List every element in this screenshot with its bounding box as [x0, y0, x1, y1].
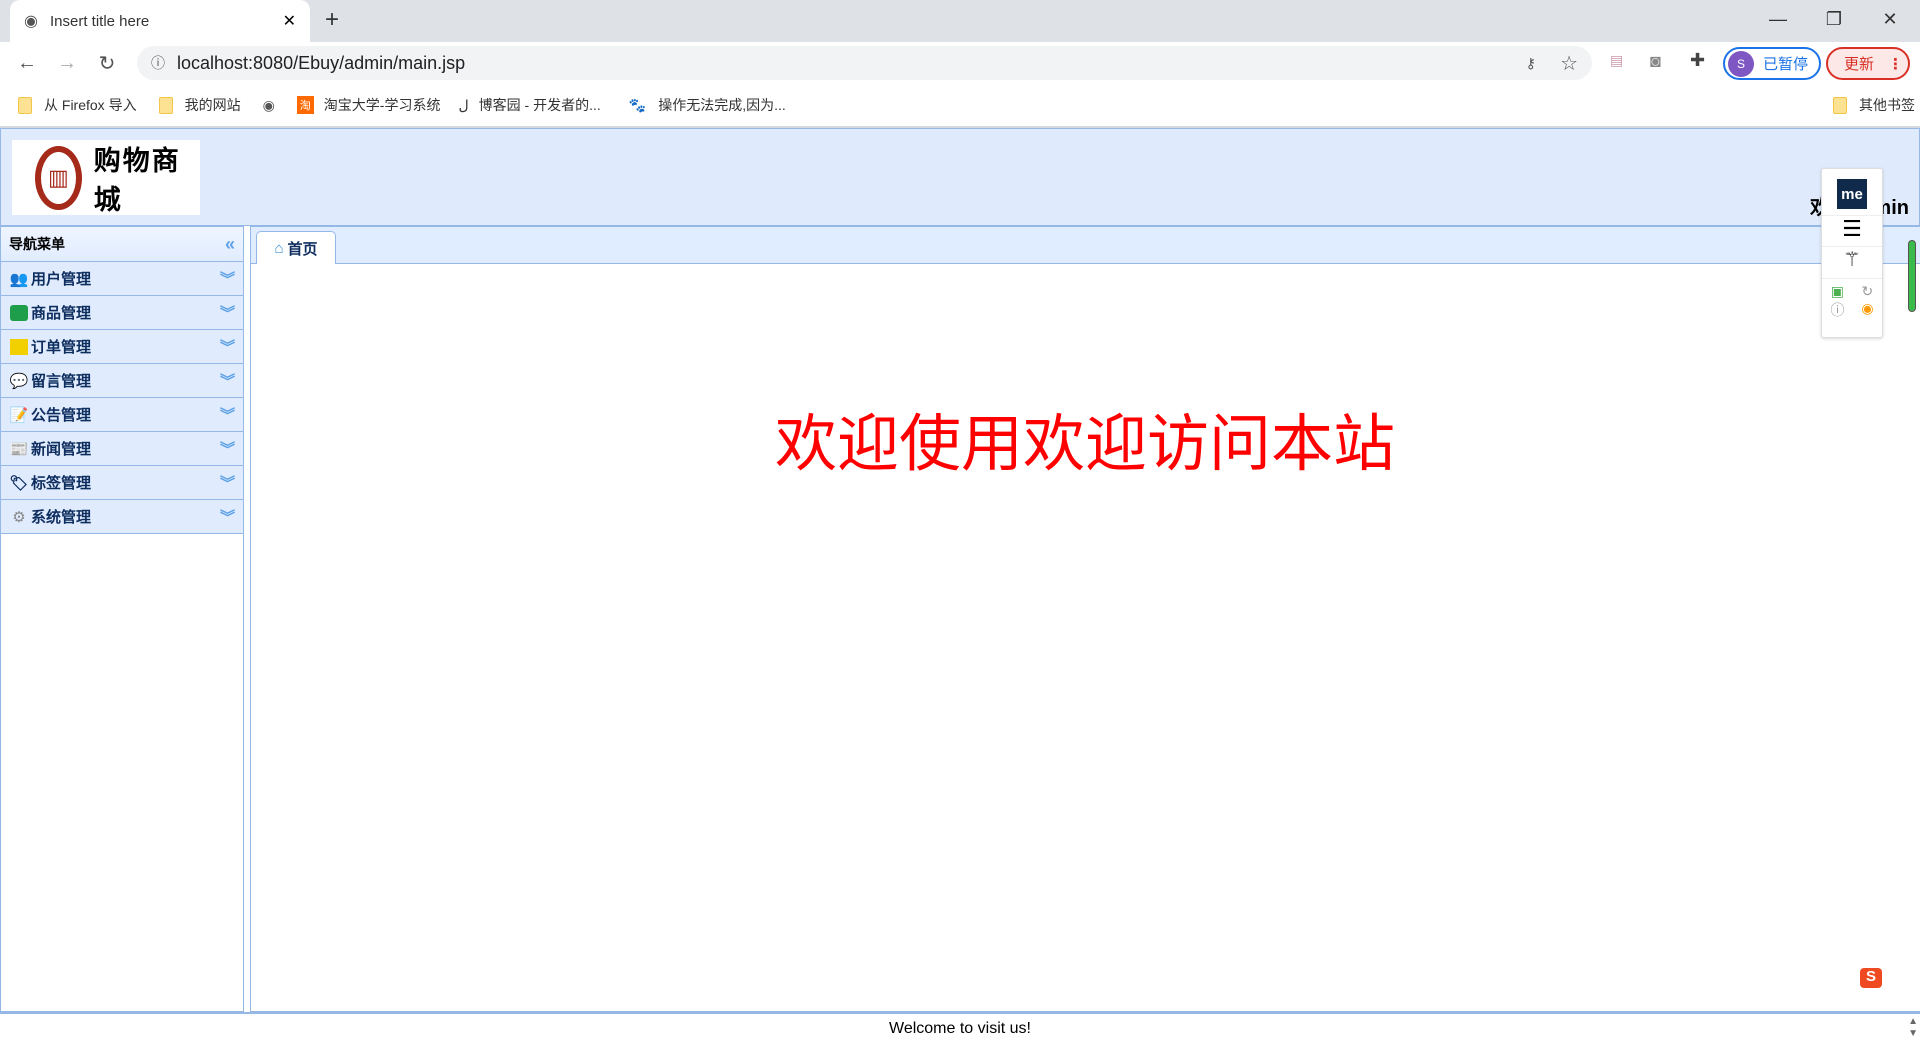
taobao-icon: 淘	[296, 96, 314, 114]
restore-button[interactable]: ❐	[1806, 0, 1862, 38]
bookmark[interactable]: 我的网站	[158, 95, 241, 115]
cnblogs-icon: ﻝ	[458, 96, 469, 113]
other-bookmarks[interactable]: 其他书签	[1833, 95, 1915, 115]
seal-icon: ▥	[35, 145, 82, 210]
chevron-down-icon: ︾	[219, 509, 235, 526]
star-icon[interactable]: ☆	[1560, 51, 1578, 76]
extension-panel: me ☰ ⚚ ▣ ↻ ⓘ ◉	[1821, 168, 1883, 338]
bookmark[interactable]: ﻝ 博客园 - 开发者的...	[458, 95, 600, 115]
hamburger-menu-icon[interactable]: ☰	[1822, 215, 1882, 242]
profile-button[interactable]: S 已暂停	[1723, 47, 1821, 80]
back-button[interactable]: ←	[7, 52, 47, 75]
update-button[interactable]: 更新 ⋮	[1826, 47, 1910, 80]
scrollbar[interactable]: ▲ ▼	[1908, 1016, 1918, 1040]
folder-icon	[1833, 96, 1847, 114]
chevron-down-icon: ︾	[219, 339, 235, 356]
sidebar-header: 导航菜单 «	[1, 227, 243, 262]
bookmark[interactable]: 从 Firefox 导入	[18, 95, 137, 115]
avatar: S	[1728, 50, 1754, 77]
browser-toolbar: ← → ↻ ⓘ localhost:8080/Ebuy/admin/main.j…	[0, 42, 1920, 84]
logo: ▥ 购物商城	[12, 140, 200, 216]
sogou-ime-icon[interactable]: S	[1860, 968, 1882, 988]
reload-button[interactable]: ↻	[87, 51, 127, 76]
browser-tab-strip: ◉ Insert title here ✕ + — ❐ ✕	[0, 0, 1920, 42]
globe-icon: ◉	[24, 13, 38, 30]
address-bar[interactable]: ⓘ localhost:8080/Ebuy/admin/main.jsp ⚷ ☆	[137, 46, 1592, 80]
extension-logo[interactable]: me	[1837, 179, 1867, 209]
folder-download-icon[interactable]: ▤	[1610, 52, 1623, 69]
book-icon	[9, 337, 29, 357]
browser-tab[interactable]: ◉ Insert title here ✕	[10, 0, 310, 42]
gear-icon: ⚙	[12, 508, 26, 526]
info-icon[interactable]: ⓘ	[151, 53, 165, 73]
close-window-button[interactable]: ✕	[1862, 0, 1918, 38]
minimize-button[interactable]: —	[1750, 0, 1806, 38]
chevron-down-icon: ︾	[219, 373, 235, 390]
chat-bubble-icon: 💬	[9, 372, 29, 390]
bookmark[interactable]: 淘淘宝大学-学习系统	[296, 95, 440, 115]
eye-icon[interactable]: ◉	[1861, 300, 1873, 320]
camera-icon[interactable]: ◙	[1650, 51, 1661, 72]
new-tab-button[interactable]: +	[325, 6, 339, 34]
menu-dots-icon: ⋮	[1888, 55, 1904, 73]
key-icon[interactable]: ⚷	[1526, 55, 1536, 72]
scroll-indicator[interactable]	[1908, 240, 1916, 312]
sidebar-item-products[interactable]: 商品管理 ︾	[1, 296, 243, 330]
forward-button[interactable]: →	[47, 52, 87, 75]
welcome-message: 欢迎使用欢迎访问本站	[774, 410, 1395, 479]
globe-icon: ◉	[262, 96, 275, 113]
sidebar-item-users[interactable]: 👥 用户管理 ︾	[1, 262, 243, 296]
sidebar-item-orders[interactable]: 订单管理 ︾	[1, 330, 243, 364]
bookmark[interactable]: ◉	[263, 97, 275, 114]
refresh-icon[interactable]: ↻	[1862, 283, 1874, 300]
collapse-icon[interactable]: «	[225, 234, 235, 255]
footer: Welcome to visit us! ▲ ▼	[0, 1012, 1920, 1042]
home-icon: ⌂	[274, 239, 284, 257]
cast-icon[interactable]: ▣	[1831, 283, 1844, 300]
folder-icon	[158, 96, 173, 114]
magic-wand-icon[interactable]: ⚚	[1822, 246, 1882, 272]
folder-icon	[18, 96, 32, 114]
extensions-icon[interactable]: ✚	[1690, 50, 1705, 71]
baidu-paw-icon: 🐾	[628, 96, 647, 113]
page-header: ▥ 购物商城 欢迎admin	[0, 128, 1920, 226]
bookmarks-bar: 从 Firefox 导入 我的网站 ◉ 淘淘宝大学-学习系统 ﻝ 博客园 - 开发…	[0, 84, 1920, 128]
main-content: ⌂ 首页	[250, 226, 1920, 1012]
list-icon	[9, 303, 29, 323]
bookmark[interactable]: 🐾 操作无法完成,因为...	[629, 95, 786, 115]
tab-bar: ⌂ 首页	[251, 227, 1920, 264]
close-tab-icon[interactable]: ✕	[283, 11, 296, 31]
chevron-down-icon: ︾	[219, 271, 235, 288]
chevron-down-icon: ︾	[219, 305, 235, 322]
alert-icon[interactable]: ⓘ	[1830, 300, 1844, 320]
tab-home[interactable]: ⌂ 首页	[256, 231, 336, 264]
sidebar: 导航菜单 « 👥 用户管理 ︾ 商品管理 ︾ 订单管理 ︾ 💬 留言管理 ︾ 📝 公告管理 ︾ …	[0, 226, 244, 1012]
users-icon: 👥	[9, 270, 29, 288]
sidebar-item-system[interactable]: ⚙ 系统管理 ︾	[1, 500, 243, 534]
